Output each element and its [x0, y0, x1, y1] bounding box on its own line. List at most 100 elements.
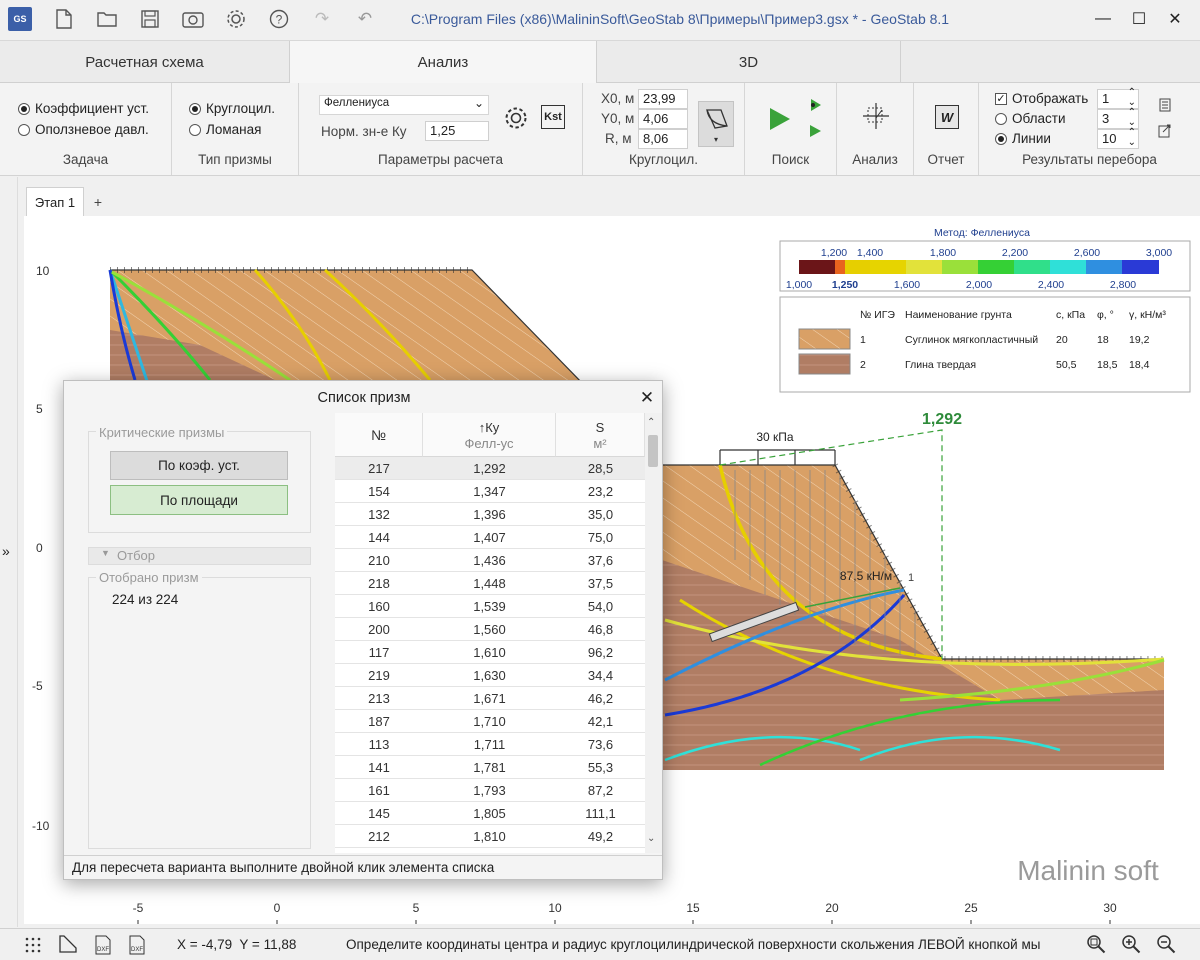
kst-button[interactable]: Kst [541, 105, 565, 129]
scale-cell [835, 260, 845, 274]
norm-input[interactable]: 1,25 [425, 121, 489, 141]
dxf-import-icon[interactable]: DXF [92, 934, 114, 956]
close-dialog-icon[interactable]: ✕ [636, 387, 658, 409]
help-icon[interactable]: ? [268, 8, 290, 30]
table-row[interactable]: 219 1,630 34,4 [335, 664, 645, 687]
scroll-up-icon[interactable]: ⌃ [647, 417, 655, 428]
col-header-ky[interactable]: ↑Ку Фелл-ус [423, 413, 556, 457]
table-row[interactable]: 113 1,711 73,6 [335, 733, 645, 756]
sort-by-coef-button[interactable]: По коэф. уст. [110, 451, 288, 480]
grid-dots-icon[interactable] [24, 936, 42, 954]
tab-scheme[interactable]: Расчетная схема [0, 41, 290, 83]
table-row[interactable]: 132 1,396 35,0 [335, 503, 645, 526]
x0-input[interactable]: 23,99 [638, 89, 688, 109]
show-checkbox[interactable]: ✓ Отображать [995, 91, 1088, 106]
close-window-icon[interactable]: ✕ [1160, 6, 1190, 32]
table-row[interactable]: 217 1,292 28,5 [335, 457, 645, 480]
group-label: Круглоцил. [628, 152, 699, 167]
col-header-area[interactable]: Sм² [556, 413, 645, 457]
zoom-in-icon[interactable] [1121, 934, 1143, 956]
tab-analysis[interactable]: Анализ [290, 41, 597, 83]
scale-cell [1122, 260, 1159, 274]
side-collapse-bar[interactable]: » [0, 177, 18, 927]
task-option-coef[interactable]: Коэффициент уст. [18, 101, 149, 116]
filter-header[interactable]: ▼ Отбор [88, 547, 311, 565]
y0-input[interactable]: 4,06 [638, 109, 688, 129]
scale-cell [1014, 260, 1050, 274]
params-gear-icon[interactable] [503, 105, 529, 131]
table-row[interactable]: 200 1,560 46,8 [335, 618, 645, 641]
y-tick: 10 [36, 264, 50, 278]
table-row[interactable]: 141 1,781 55,3 [335, 756, 645, 779]
screenshot-icon[interactable] [182, 8, 204, 30]
radio-dot [189, 123, 201, 136]
word-report-icon[interactable]: W [935, 105, 959, 129]
table-row[interactable]: 210 1,436 37,6 [335, 549, 645, 572]
table-row[interactable]: 144 1,407 75,0 [335, 526, 645, 549]
scroll-down-icon[interactable]: ⌄ [647, 833, 655, 844]
scale-cell [978, 260, 1014, 274]
method-select[interactable]: Феллениуса ⌄ [319, 95, 489, 115]
prism-option-broken[interactable]: Ломаная [189, 122, 261, 137]
slope-shape-icon[interactable] [58, 934, 78, 954]
table-row[interactable]: 160 1,539 54,0 [335, 595, 645, 618]
prism-table[interactable]: № ↑Ку Фелл-ус Sм² 217 1,292 28,5 154 1,347 23,… [335, 413, 662, 853]
scale-top-label: 2,600 [1074, 247, 1100, 259]
table-row[interactable]: 117 1,610 96,2 [335, 641, 645, 664]
table-row[interactable]: 213 1,671 46,2 [335, 687, 645, 710]
lines-count-input[interactable]: 10 ⌃ ⌄ [1097, 128, 1139, 149]
stage-tab[interactable]: Этап 1 [26, 187, 84, 217]
scroll-thumb[interactable] [648, 435, 658, 467]
zoom-fit-icon[interactable] [1086, 934, 1108, 956]
lines-radio[interactable]: Линии [995, 131, 1051, 146]
analysis-tool-icon[interactable] [861, 101, 891, 131]
table-cell-k: 1,560 [473, 622, 506, 637]
table-cell-s: 87,2 [587, 783, 614, 798]
task-option-pressure[interactable]: Оползневое давл. [18, 122, 149, 137]
table-row[interactable]: 161 1,793 87,2 [335, 779, 645, 802]
table-cell-n: 117 [368, 645, 390, 660]
table-row[interactable]: 154 1,347 23,2 [335, 480, 645, 503]
save-icon[interactable] [139, 8, 161, 30]
table-cell-k: 1,436 [473, 553, 506, 568]
spinner-icon[interactable]: ⌃ ⌄ [1128, 108, 1136, 128]
add-stage-button[interactable]: + [86, 187, 110, 217]
table-row[interactable]: 187 1,710 42,1 [335, 710, 645, 733]
maximize-icon[interactable]: ☐ [1124, 6, 1154, 32]
draw-circle-tool[interactable]: ▾ [698, 101, 734, 147]
table-row[interactable]: 212 1,810 49,2 [335, 825, 645, 848]
results-export-icon[interactable] [1157, 123, 1173, 139]
radio-dot [995, 132, 1007, 145]
group-label: Результаты перебора [1022, 152, 1157, 167]
settings-gear-icon[interactable] [225, 8, 247, 30]
table-cell-s: 73,6 [587, 737, 614, 752]
x0-label: X0, м [601, 91, 635, 106]
areas-radio[interactable]: Области [995, 111, 1066, 126]
areas-count-input[interactable]: 3 ⌃ ⌄ [1097, 108, 1139, 129]
spinner-icon[interactable]: ⌃ ⌄ [1128, 128, 1136, 148]
play-search-icon[interactable] [765, 105, 793, 133]
sort-by-area-button[interactable]: По площади [110, 485, 288, 515]
show-count-input[interactable]: 1 ⌃ ⌄ [1097, 88, 1139, 109]
minimize-icon[interactable]: — [1088, 6, 1118, 32]
open-folder-icon[interactable] [96, 8, 118, 30]
table-row[interactable]: 218 1,448 37,5 [335, 572, 645, 595]
col-header-number[interactable]: № [335, 413, 423, 457]
search-step-icon[interactable] [807, 123, 823, 139]
table-row[interactable]: 145 1,805 111,1 [335, 802, 645, 825]
zoom-out-icon[interactable] [1156, 934, 1178, 956]
prism-option-circular[interactable]: Круглоцил. [189, 101, 275, 116]
tab-3d[interactable]: 3D [597, 41, 901, 83]
lines-count-value: 10 [1102, 131, 1117, 146]
spinner-icon[interactable]: ⌃ ⌄ [1128, 88, 1136, 108]
expand-panel-icon[interactable]: » [2, 543, 10, 559]
results-list-icon[interactable] [1157, 97, 1173, 113]
soil-header: с, кПа [1056, 309, 1085, 321]
table-cell-k: 1,448 [473, 576, 506, 591]
dxf-export-icon[interactable]: DXF [126, 934, 148, 956]
new-file-icon[interactable] [53, 8, 75, 30]
search-options-icon[interactable] [807, 97, 823, 113]
table-scrollbar[interactable]: ⌃ ⌄ [645, 413, 662, 853]
r-input[interactable]: 8,06 [638, 129, 688, 149]
x-tick: 0 [274, 901, 281, 915]
